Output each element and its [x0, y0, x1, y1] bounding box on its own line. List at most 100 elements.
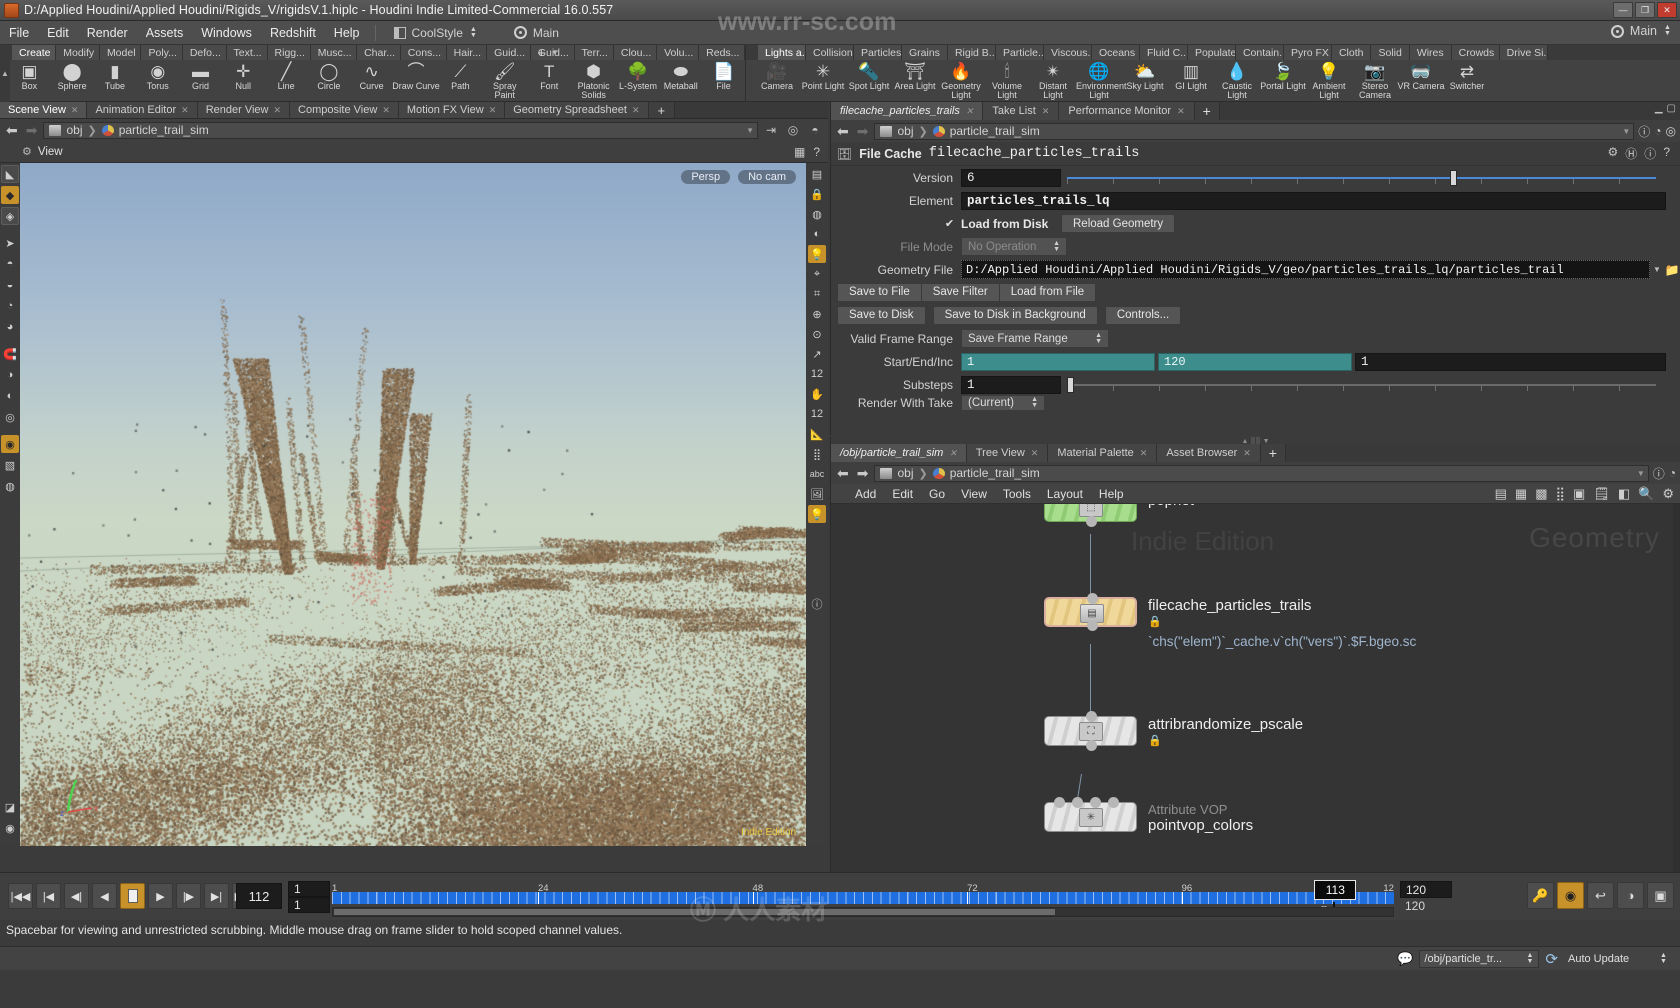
shelf-tool-box[interactable]: ▣ Box	[8, 62, 51, 91]
houdini-h-icon[interactable]: Ⓗ	[1625, 145, 1637, 162]
network-canvas[interactable]: Geometry Indie Edition ⬚ popnet ▤	[831, 504, 1680, 874]
frame-inc-field[interactable]: 1	[1355, 353, 1666, 371]
save-to-disk-button[interactable]: Save to Disk	[837, 306, 926, 325]
shelf-right-tab-13[interactable]: Solid	[1371, 45, 1409, 60]
layout-selector[interactable]: Main	[510, 24, 563, 42]
key-button[interactable]: 🔑	[1527, 882, 1554, 909]
shelf-tool-distant-light[interactable]: ✴ Distant Light	[1030, 62, 1076, 100]
status-node-path-field[interactable]: /obj/particle_tr... ▲ ▼	[1419, 950, 1539, 968]
shelf-tool-line[interactable]: ╱ Line	[265, 62, 308, 91]
shelf-tool-draw-curve[interactable]: ⌒ Draw Curve	[393, 62, 439, 91]
shelf-tool-null[interactable]: ✛ Null	[222, 62, 265, 91]
net-nav-forward-icon[interactable]: ➡	[855, 465, 871, 482]
desktop-spinner-icon[interactable]: ▲ ▼	[469, 25, 478, 41]
global-start-frame-field[interactable]: 1	[288, 881, 330, 897]
shelf-tool-point-light[interactable]: ✳ Point Light	[800, 62, 846, 91]
param-info-icon[interactable]: ⓘ	[1638, 123, 1650, 140]
playhead-frame-indicator[interactable]: 113	[1314, 880, 1356, 900]
shelf-left-tab-11[interactable]: Guid...	[487, 45, 531, 60]
close-icon[interactable]: ✕	[966, 106, 974, 117]
param-add-tab-button[interactable]: +	[1195, 102, 1220, 120]
render-with-take-dropdown[interactable]: (Current) ▲ ▼	[961, 396, 1045, 410]
shelf-right-tab-12[interactable]: Cloth	[1332, 45, 1372, 60]
minimize-button[interactable]: —	[1613, 2, 1633, 18]
param-path-node[interactable]: particle_trail_sim	[950, 124, 1040, 138]
param-node-help-icon[interactable]: ?	[1663, 145, 1670, 162]
close-icon[interactable]: ✕	[382, 105, 390, 116]
network-note-icon[interactable]: 🗒	[1593, 486, 1610, 502]
shelf-tool-portal-light[interactable]: 🍃 Portal Light	[1260, 62, 1306, 91]
net-nav-back-icon[interactable]: ⬅	[835, 465, 851, 482]
stop-button[interactable]	[120, 883, 145, 909]
shelf-left-tab-5[interactable]: Text...	[227, 45, 268, 60]
path-segment-node[interactable]: particle_trail_sim	[119, 123, 209, 137]
network-menu-go[interactable]: Go	[921, 487, 953, 501]
shelf-right-tab-2[interactable]: Particles	[854, 45, 902, 60]
close-icon[interactable]: ✕	[949, 448, 957, 459]
popnet-output-connector[interactable]	[1086, 516, 1097, 527]
param-node-info-icon[interactable]: ⓘ	[1644, 145, 1656, 162]
shelf-tool-gi-light[interactable]: ▥ GI Light	[1168, 62, 1214, 91]
tab-composite-view[interactable]: Composite View ✕	[290, 102, 399, 118]
scoped-channels-button[interactable]: ↩	[1587, 882, 1614, 909]
frame-end-field[interactable]: 120	[1158, 353, 1352, 371]
parameter-path-field[interactable]: obj ❯ particle_trail_sim ▼	[874, 123, 1634, 140]
status-node-path-spinner-icon[interactable]: ▲ ▼	[1525, 951, 1534, 967]
filecache-output-connector[interactable]	[1087, 620, 1098, 631]
viewport-layout-icon[interactable]: ▦	[794, 145, 805, 159]
view-options-icon[interactable]: ⚙	[22, 145, 32, 158]
info-icon[interactable]: ⓘ	[808, 595, 826, 613]
panel-minimize-icon[interactable]: ▁	[1655, 103, 1663, 114]
shelf-tool-platonic-solids[interactable]: ⬢ Platonic Solids	[571, 62, 617, 100]
shelf-left-tab-10[interactable]: Hair...	[447, 45, 487, 60]
scene-view-path-field[interactable]: obj ❯ particle_trail_sim ▼	[43, 122, 758, 139]
shelf-tool-circle[interactable]: ◯ Circle	[307, 62, 350, 91]
playback-start-frame-field[interactable]: 1	[288, 897, 330, 913]
jump-to-start-button[interactable]: |◀◀	[8, 883, 33, 909]
load-from-disk-checkbox[interactable]: ✔	[943, 217, 956, 230]
close-icon[interactable]: ✕	[1031, 448, 1039, 459]
network-scrollbar-vertical[interactable]	[1673, 504, 1680, 874]
substeps-field[interactable]: 1	[961, 376, 1061, 394]
shelf-tool-file[interactable]: 📄 File	[702, 62, 745, 91]
shelf-right-tab-0[interactable]: Lights a...	[758, 45, 806, 60]
shelf-add-tab[interactable]: +	[537, 45, 545, 60]
filecache-input-connector[interactable]	[1087, 593, 1098, 604]
network-add-tab-button[interactable]: +	[1261, 444, 1286, 462]
magnet-group-icon[interactable]: 🧲	[1, 345, 19, 363]
menu-redshift[interactable]: Redshift	[261, 24, 325, 42]
timeline[interactable]: 12448729612 113 ⇔	[332, 883, 1394, 909]
timeline-scrollbar-thumb[interactable]	[334, 909, 1055, 915]
shelf-tool-font[interactable]: T Font	[528, 62, 571, 91]
desktop-selector[interactable]: CoolStyle ▲ ▼	[390, 24, 482, 42]
nav-back-icon[interactable]: ⬅	[4, 122, 20, 139]
material-tool-icon[interactable]: ◉	[1, 435, 19, 453]
shelf-tool-switcher[interactable]: ⇄ Switcher	[1444, 62, 1490, 91]
shelf-left-tab-3[interactable]: Poly...	[141, 45, 182, 60]
refresh-icon[interactable]: ⟳	[1545, 950, 1558, 968]
timeline-scrollbar[interactable]	[332, 907, 1394, 917]
net-path-obj[interactable]: obj	[897, 466, 913, 480]
network-tab-asset-browser[interactable]: Asset Browser ✕	[1157, 444, 1260, 462]
number-12b-icon[interactable]: 12	[808, 405, 826, 423]
add-tab-button[interactable]: +	[649, 102, 676, 118]
pointvop-input-4-connector[interactable]	[1108, 797, 1119, 808]
play-reverse-button[interactable]: ◀	[92, 883, 117, 909]
param-path-dropdown-icon[interactable]: ▼	[1622, 127, 1630, 136]
shelf-tool-sphere[interactable]: ⬤ Sphere	[51, 62, 94, 91]
version-slider[interactable]	[1067, 169, 1656, 187]
arrow-tool-icon[interactable]: ➤	[1, 234, 19, 252]
param-tab-take-list[interactable]: Take List ✕	[983, 102, 1059, 120]
load-from-file-button[interactable]: Load from File	[1000, 283, 1097, 302]
shelf-tool-ambient-light[interactable]: 💡 Ambient Light	[1306, 62, 1352, 100]
select-mode-icon[interactable]: ◣	[1, 165, 19, 183]
measure-icon[interactable]: 📐	[808, 425, 826, 443]
shelf-left-tab-15[interactable]: Volu...	[657, 45, 699, 60]
network-snapshot-icon[interactable]: ▣	[1573, 486, 1585, 502]
attribrandomize-input-connector[interactable]	[1086, 711, 1097, 722]
version-slider-handle[interactable]	[1450, 170, 1457, 186]
move-tool-icon[interactable]: ◒	[1, 276, 19, 294]
shelf-tool-metaball[interactable]: ⬬ Metaball	[659, 62, 702, 91]
rotate-tool-icon[interactable]: ◔	[1, 297, 19, 315]
close-icon[interactable]: ✕	[489, 105, 497, 116]
